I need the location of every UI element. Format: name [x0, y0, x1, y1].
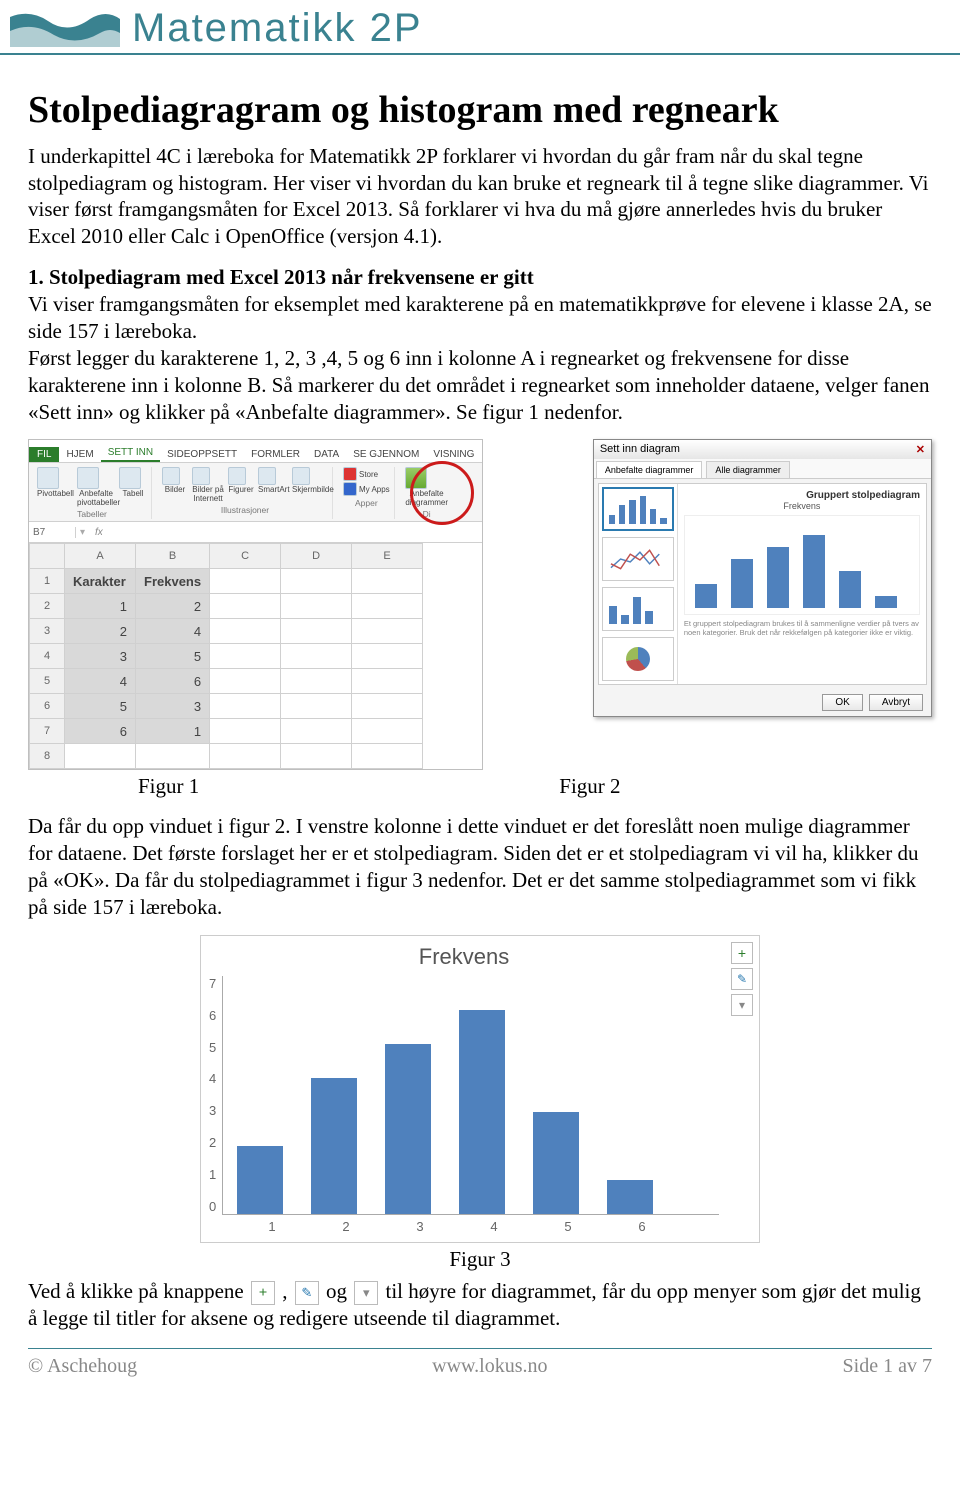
excel-tab-formler[interactable]: FORMLER	[244, 447, 307, 462]
site-header: Matematikk 2P	[0, 0, 960, 55]
bar	[607, 1180, 653, 1214]
col-A[interactable]: A	[65, 544, 136, 569]
bar	[237, 1146, 283, 1214]
ribbon-group-apper: Apper	[355, 498, 378, 508]
preview-title: Gruppert stolpediagram	[684, 490, 920, 501]
smartart-icon[interactable]	[258, 467, 276, 485]
fx-icon[interactable]: fx	[89, 527, 109, 538]
chart-plus-icon[interactable]: +	[731, 942, 753, 964]
page-title: Stolpediagragram og histogram med regnea…	[28, 89, 932, 133]
excel-sheet[interactable]: A B C D E 1KarakterFrekvens 212 324 435 …	[29, 543, 423, 769]
chart-thumb-pie[interactable]	[602, 637, 674, 681]
bar	[385, 1044, 431, 1214]
dialog-title: Sett inn diagram	[600, 443, 680, 456]
bars-area	[222, 976, 719, 1215]
col-C[interactable]: C	[210, 544, 281, 569]
page-footer: © Aschehoug www.lokus.no Side 1 av 7	[28, 1348, 932, 1396]
ribbon-group-di: Di	[423, 509, 431, 519]
shapes-icon[interactable]	[228, 467, 246, 485]
paragraph-after-figs: Da får du opp vinduet i figur 2. I venst…	[28, 813, 932, 921]
excel-tab-visning[interactable]: VISNING	[426, 447, 481, 462]
chart-title: Frekvens	[209, 944, 719, 970]
ok-button[interactable]: OK	[822, 694, 862, 711]
site-title: Matematikk 2P	[132, 6, 423, 51]
final-paragraph: Ved å klikke på knappene + , og til høyr…	[28, 1278, 932, 1332]
screenshot-icon[interactable]	[292, 467, 310, 485]
inline-filter-icon	[354, 1281, 378, 1305]
online-pictures-icon[interactable]	[192, 467, 210, 485]
preview-description: Et gruppert stolpediagram brukes til å s…	[684, 619, 920, 637]
logo-mark	[10, 11, 120, 47]
excel-namebox[interactable]: B7	[29, 527, 76, 538]
inline-brush-icon	[295, 1281, 319, 1305]
section1-p2: Først legger du karakterene 1, 2, 3 ,4, …	[28, 345, 932, 426]
dialog-tab-recommended[interactable]: Anbefalte diagrammer	[596, 461, 703, 478]
chart-thumb-bar2[interactable]	[602, 587, 674, 631]
ribbon-group-illustrasjoner: Illustrasjoner	[221, 505, 269, 515]
excel-tab-hjem[interactable]: HJEM	[59, 447, 100, 462]
recommended-charts-icon[interactable]	[405, 467, 427, 489]
chart-thumb-lines[interactable]	[602, 537, 674, 581]
figure3-bar-chart: + ✎ ▾ Frekvens 01234567 123456	[200, 935, 760, 1243]
ribbon-group-tabeller: Tabeller	[77, 509, 107, 519]
intro-paragraph: I underkapittel 4C i læreboka for Matema…	[28, 143, 932, 251]
pictures-icon[interactable]	[162, 467, 180, 485]
dropdown-icon[interactable]: ▾	[76, 527, 89, 538]
excel-file-tab[interactable]: FIL	[29, 447, 59, 462]
myapps-icon[interactable]	[343, 482, 357, 496]
table-icon[interactable]	[119, 467, 141, 489]
col-E[interactable]: E	[352, 544, 423, 569]
figure2-insert-chart-dialog: Sett inn diagram ✕ Anbefalte diagrammer …	[593, 439, 932, 717]
footer-left: © Aschehoug	[28, 1355, 137, 1378]
excel-tab-segjennom[interactable]: SE GJENNOM	[346, 447, 426, 462]
chart-brush-icon[interactable]: ✎	[731, 968, 753, 990]
bar	[533, 1112, 579, 1214]
footer-center: www.lokus.no	[432, 1355, 547, 1378]
preview-chart	[684, 515, 920, 615]
chart-filter-icon[interactable]: ▾	[731, 994, 753, 1016]
figure1-label: Figur 1	[138, 774, 199, 799]
section1-heading: 1. Stolpediagram med Excel 2013 når frek…	[28, 265, 534, 289]
excel-tab-sideoppsett[interactable]: SIDEOPPSETT	[160, 447, 244, 462]
store-icon[interactable]	[343, 467, 357, 481]
inline-plus-icon: +	[251, 1281, 275, 1305]
dialog-tab-all[interactable]: Alle diagrammer	[706, 461, 790, 478]
close-icon[interactable]: ✕	[916, 443, 925, 456]
col-B[interactable]: B	[136, 544, 210, 569]
cancel-button[interactable]: Avbryt	[869, 694, 923, 711]
rec-pivot-icon[interactable]	[77, 467, 99, 489]
figure2-label: Figur 2	[559, 774, 620, 799]
col-D[interactable]: D	[281, 544, 352, 569]
footer-right: Side 1 av 7	[843, 1355, 932, 1378]
x-axis: 123456	[209, 1215, 719, 1234]
excel-tab-data[interactable]: DATA	[307, 447, 346, 462]
bar	[311, 1078, 357, 1214]
figure1-excel-window: FIL HJEM SETT INN SIDEOPPSETT FORMLER DA…	[28, 439, 483, 770]
excel-tab-settinn[interactable]: SETT INN	[101, 445, 160, 462]
pivottable-icon[interactable]	[37, 467, 59, 489]
figure3-label: Figur 3	[28, 1247, 932, 1272]
bar	[459, 1010, 505, 1214]
y-axis: 01234567	[209, 976, 222, 1214]
section1-p1: Vi viser framgangsmåten for eksemplet me…	[28, 292, 932, 343]
chart-thumb-bar[interactable]	[602, 487, 674, 531]
preview-series-label: Frekvens	[684, 501, 920, 511]
